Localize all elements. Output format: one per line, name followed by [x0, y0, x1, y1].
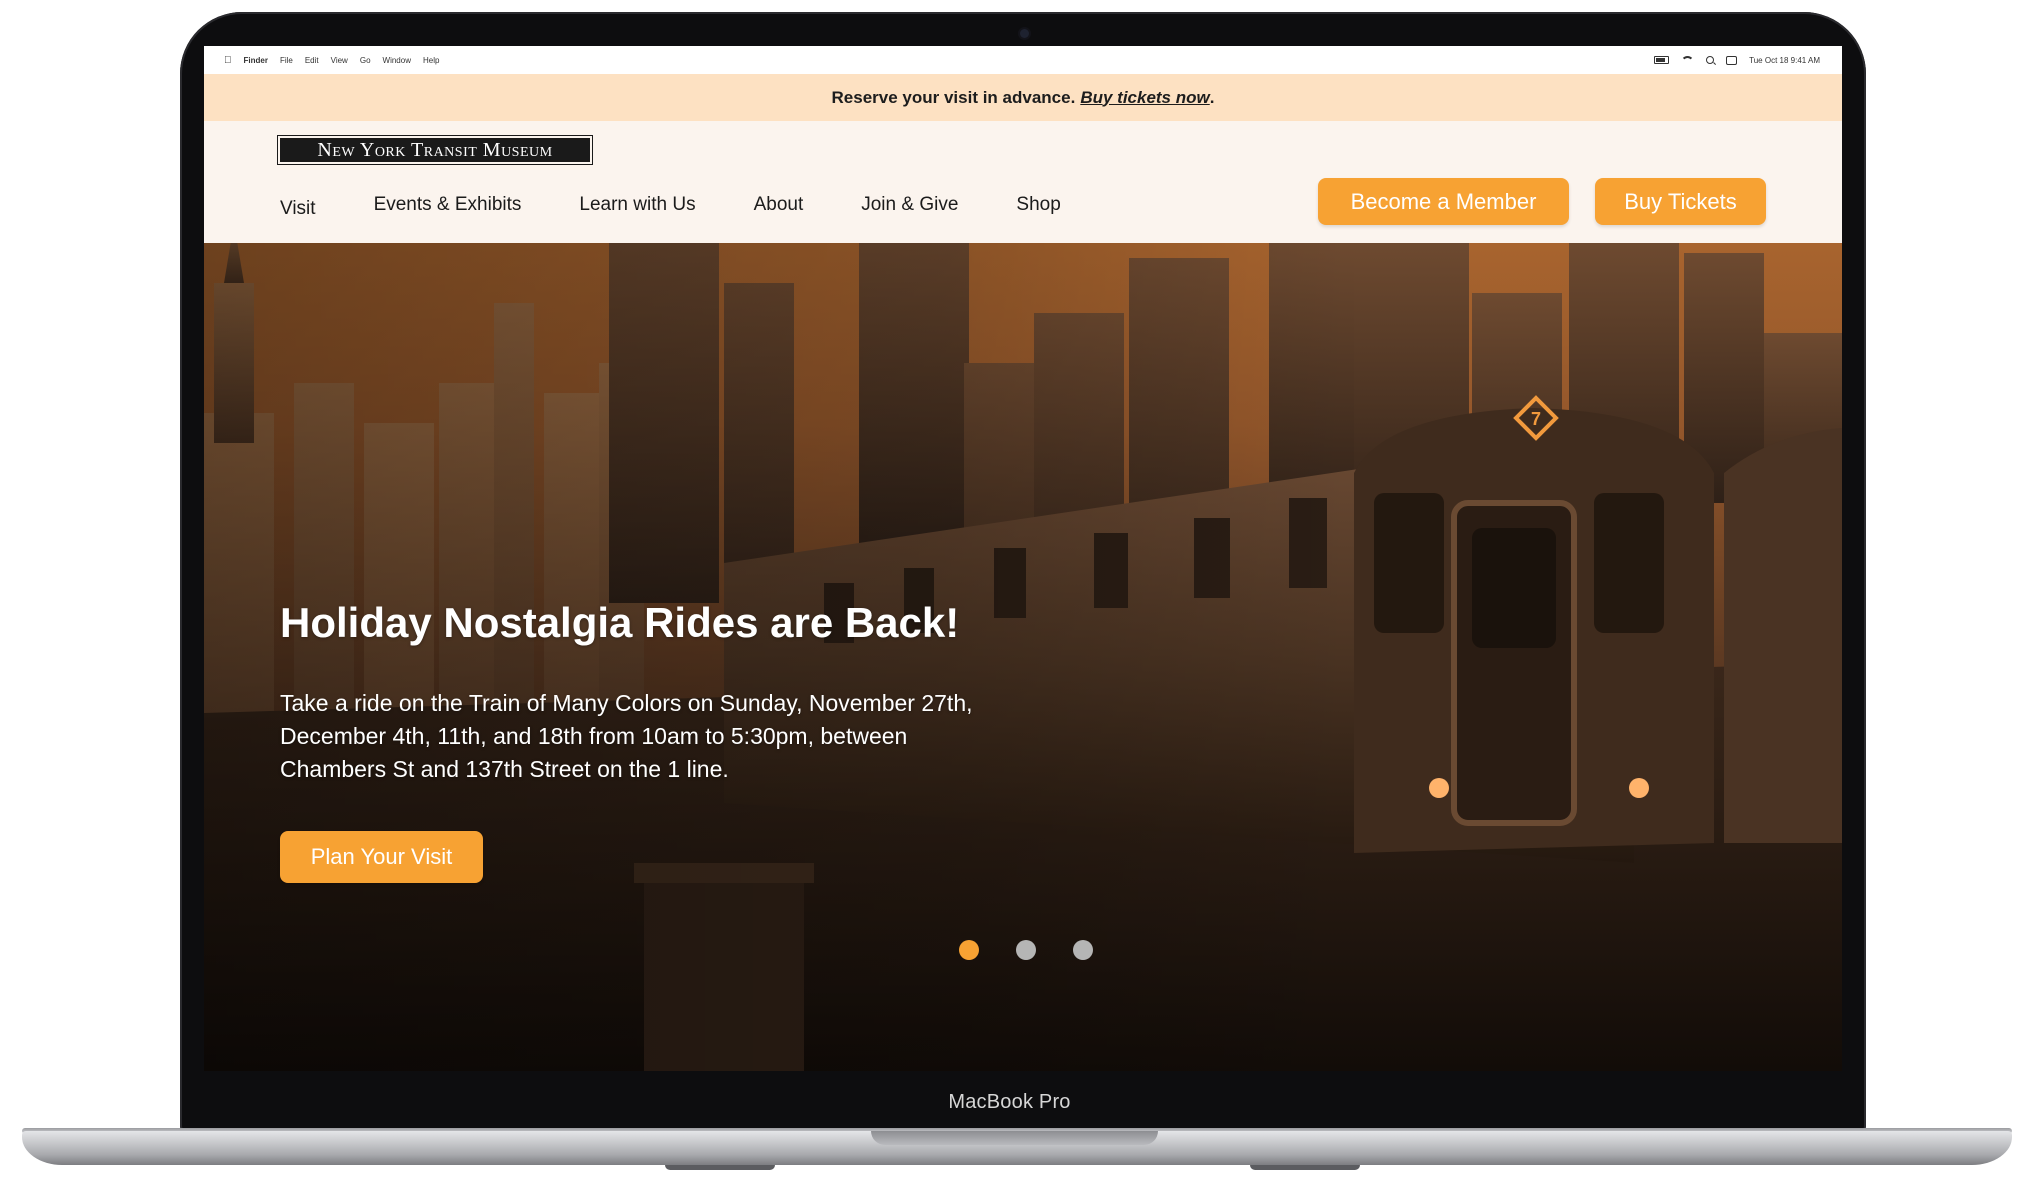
menu-edit[interactable]: Edit	[305, 56, 319, 65]
announcement-text: Reserve your visit in advance.	[831, 87, 1076, 107]
menu-window[interactable]: Window	[383, 56, 411, 65]
hero-description: Take a ride on the Train of Many Colors …	[280, 690, 973, 782]
battery-icon[interactable]	[1654, 56, 1670, 64]
nav-visit[interactable]: Visit	[280, 198, 316, 220]
menu-view[interactable]: View	[331, 56, 348, 65]
menubar-clock[interactable]: Tue Oct 18 9:41 AM	[1749, 56, 1820, 65]
control-center-icon[interactable]	[1726, 55, 1738, 65]
site-logo[interactable]: New York Transit Museum	[280, 138, 590, 162]
mac-menubar:  Finder File Edit View Go Window Help T…	[204, 46, 1842, 74]
laptop-notch	[871, 1131, 1158, 1145]
wifi-icon[interactable]	[1681, 56, 1695, 64]
screen:  Finder File Edit View Go Window Help T…	[204, 46, 1842, 1071]
hero-banner: 7 Holiday Nostalgia Rides are Back! Take…	[204, 243, 1842, 1071]
laptop-foot	[665, 1165, 775, 1170]
become-member-button[interactable]: Become a Member	[1318, 178, 1569, 225]
hero-title: Holiday Nostalgia Rides are Back!	[280, 599, 960, 646]
menu-file[interactable]: File	[280, 56, 293, 65]
plan-your-visit-button[interactable]: Plan Your Visit	[280, 831, 483, 883]
nav-shop[interactable]: Shop	[1016, 194, 1060, 220]
buy-tickets-link[interactable]: Buy tickets now	[1080, 88, 1209, 108]
menubar-app-name[interactable]: Finder	[244, 56, 268, 65]
spotlight-search-icon[interactable]	[1706, 56, 1715, 64]
camera-icon	[1020, 29, 1029, 38]
apple-icon[interactable]: 	[224, 55, 232, 66]
carousel-dots	[959, 940, 1093, 960]
nav-about[interactable]: About	[754, 194, 804, 220]
nav-events-exhibits[interactable]: Events & Exhibits	[374, 194, 522, 220]
laptop-foot	[1250, 1165, 1360, 1170]
buy-tickets-button[interactable]: Buy Tickets	[1595, 178, 1766, 225]
site-header: New York Transit Museum Visit Events & E…	[204, 121, 1842, 243]
nav-learn-with-us[interactable]: Learn with Us	[579, 194, 695, 220]
nav-join-give[interactable]: Join & Give	[861, 194, 958, 220]
device-label: MacBook Pro	[948, 1091, 1071, 1113]
carousel-dot-3[interactable]	[1073, 940, 1093, 960]
carousel-dot-2[interactable]	[1016, 940, 1036, 960]
menu-go[interactable]: Go	[360, 56, 371, 65]
announcement-bar: Reserve your visit in advance. Buy ticke…	[204, 74, 1842, 121]
carousel-dot-1[interactable]	[959, 940, 979, 960]
menu-help[interactable]: Help	[423, 56, 439, 65]
announcement-suffix: .	[1209, 87, 1215, 107]
main-nav: Visit Events & Exhibits Learn with Us Ab…	[280, 194, 1119, 220]
